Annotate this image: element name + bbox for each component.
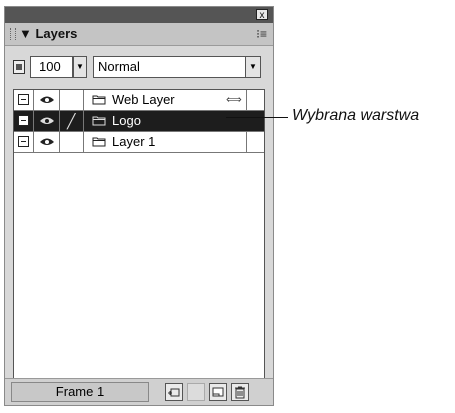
- blend-mode-select[interactable]: Normal: [93, 56, 257, 78]
- collapse-icon[interactable]: [18, 94, 29, 105]
- opacity-dropdown-button[interactable]: ▼: [73, 56, 87, 78]
- panel-bottom-bar: Frame 1: [5, 378, 273, 405]
- layer-name: Layer 1: [112, 134, 156, 149]
- grip-icon[interactable]: [10, 28, 16, 40]
- layer-name: Web Layer: [112, 92, 175, 107]
- callout-label: Wybrana warstwa: [292, 107, 420, 124]
- close-button[interactable]: x: [256, 9, 268, 21]
- panel-menu-icon[interactable]: ⁝≡: [256, 27, 267, 41]
- placeholder-icon[interactable]: [187, 383, 205, 401]
- callout-leader-line: [226, 117, 288, 118]
- panel-header[interactable]: ▼ Layers ⁝≡: [5, 23, 273, 46]
- panel-titlebar: x: [5, 7, 273, 24]
- layer-row-web-layer[interactable]: Web Layer ⟺: [14, 90, 264, 111]
- collapse-icon[interactable]: [18, 136, 29, 147]
- eye-icon[interactable]: [39, 94, 55, 105]
- blend-mode-dropdown-button[interactable]: ▼: [245, 56, 261, 78]
- edit-column[interactable]: [60, 132, 84, 152]
- layer-controls: 100 ▼ Normal ▼: [5, 46, 273, 84]
- eye-icon[interactable]: [39, 136, 55, 147]
- layer-name: Logo: [112, 113, 141, 128]
- layer-row-logo[interactable]: ╱ Logo: [14, 111, 264, 132]
- lock-icon[interactable]: [13, 60, 25, 74]
- panel-title[interactable]: ▼ Layers: [19, 26, 77, 41]
- frame-selector[interactable]: Frame 1: [11, 382, 149, 402]
- edit-column[interactable]: [60, 90, 84, 110]
- layers-panel: x ▼ Layers ⁝≡ 100 ▼ Normal ▼ Web Layer ⟺: [4, 6, 274, 406]
- opacity-input[interactable]: 100: [30, 56, 73, 78]
- trash-icon[interactable]: [231, 383, 249, 401]
- layer-list: Web Layer ⟺ ╱ Logo Layer 1: [13, 89, 265, 385]
- new-sublayer-icon[interactable]: [165, 383, 183, 401]
- folder-icon: [92, 95, 106, 105]
- new-layer-icon[interactable]: [209, 383, 227, 401]
- pencil-icon[interactable]: ╱: [67, 113, 75, 130]
- folder-icon: [92, 116, 106, 126]
- web-layer-share-icon[interactable]: ⟺: [226, 93, 242, 106]
- collapse-icon[interactable]: [18, 115, 29, 126]
- layer-row-layer-1[interactable]: Layer 1: [14, 132, 264, 153]
- folder-icon: [92, 137, 106, 147]
- eye-icon[interactable]: [39, 115, 55, 126]
